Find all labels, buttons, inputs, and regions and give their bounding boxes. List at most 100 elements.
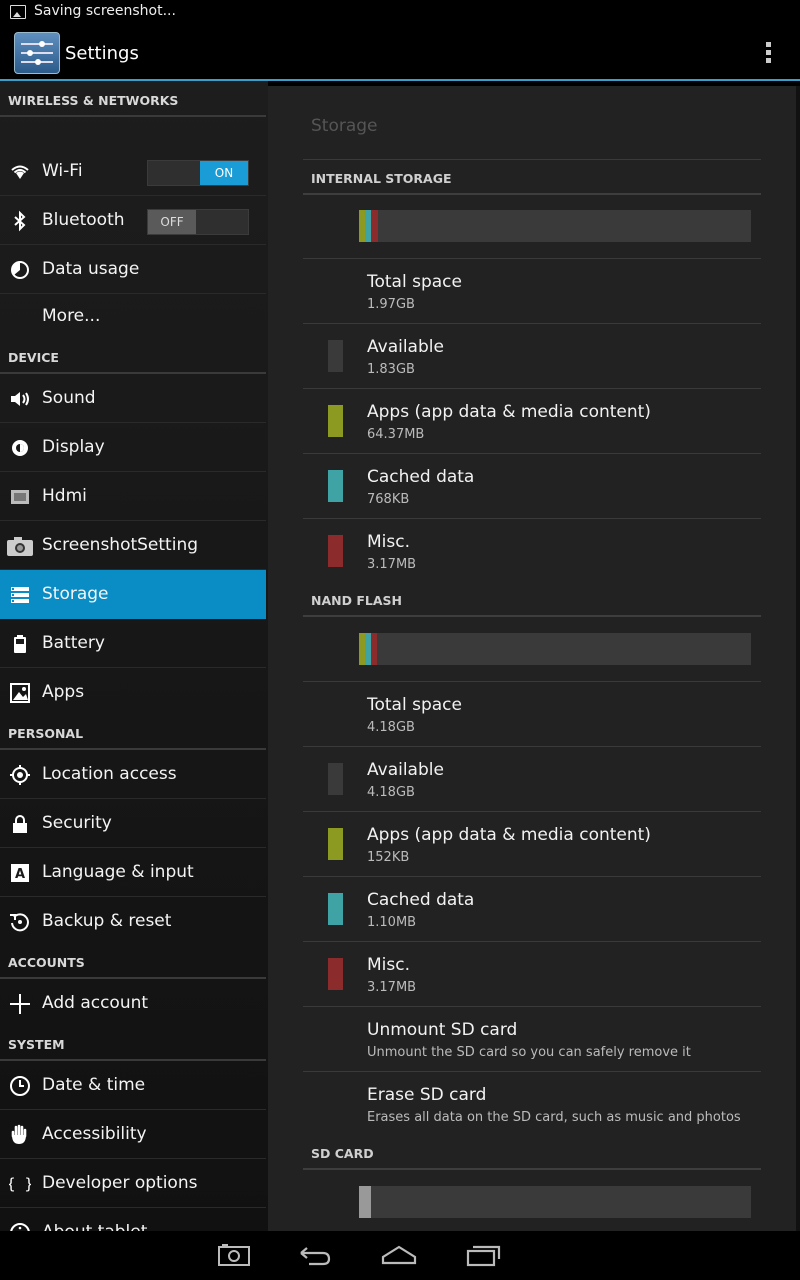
- navigation-bar: [0, 1231, 800, 1280]
- speaker-icon: [11, 392, 29, 406]
- sidebar-item-apps[interactable]: Apps: [0, 668, 266, 716]
- misc-swatch: [328, 535, 343, 567]
- sidebar-item-bluetooth[interactable]: Bluetooth OFF: [0, 196, 266, 245]
- camera-icon: [7, 537, 33, 556]
- internal-total-space-row: Total space 1.97GB: [303, 259, 761, 324]
- sidebar-item-date-time[interactable]: Date & time: [0, 1061, 266, 1110]
- sidebar-item-label: Location access: [42, 764, 177, 784]
- info-icon: [10, 1223, 30, 1231]
- nand-flash-header: NAND FLASH: [303, 581, 761, 617]
- sidebar-item-label: About tablet: [42, 1222, 147, 1231]
- sidebar-item-battery[interactable]: Battery: [0, 619, 266, 668]
- internal-misc-row[interactable]: Misc. 3.17MB: [303, 519, 761, 583]
- sidebar-item-hdmi[interactable]: Hdmi: [0, 472, 266, 521]
- sidebar-item-label: Sound: [42, 388, 96, 408]
- backup-restore-icon: [10, 913, 29, 932]
- sidebar-item-accessibility[interactable]: Accessibility: [0, 1110, 266, 1159]
- sidebar-item-data-usage[interactable]: Data usage: [0, 245, 266, 294]
- recents-icon[interactable]: [464, 1239, 504, 1271]
- cached-swatch: [328, 893, 343, 925]
- sidebar-item-about[interactable]: About tablet: [0, 1208, 266, 1231]
- nand-apps-row[interactable]: Apps (app data & media content) 152KB: [303, 812, 761, 877]
- sd-card-header: SD CARD: [303, 1134, 761, 1170]
- sidebar-item-label: Accessibility: [42, 1124, 147, 1144]
- clock-icon: [10, 1076, 30, 1096]
- sidebar-item-backup[interactable]: Backup & reset: [0, 897, 266, 945]
- sidebar-item-label: Storage: [42, 584, 109, 604]
- scrollbar[interactable]: [796, 86, 800, 1231]
- sidebar-item-language[interactable]: A Language & input: [0, 848, 266, 897]
- page-title: Storage: [311, 116, 378, 136]
- sidebar-item-label: Wi-Fi: [42, 161, 83, 181]
- sidebar-item-label: Apps: [42, 682, 85, 702]
- available-swatch: [328, 763, 343, 795]
- sidebar-item-label: ScreenshotSetting: [42, 535, 199, 555]
- sidebar-item-storage[interactable]: Storage: [0, 570, 266, 619]
- image-icon: [10, 5, 26, 19]
- settings-sidebar: WIRELESS & NETWORKS Wi-Fi ON Bluetooth O…: [0, 81, 268, 1231]
- sidebar-item-label: Bluetooth: [42, 210, 125, 230]
- internal-cached-row[interactable]: Cached data 768KB: [303, 454, 761, 519]
- apps-swatch: [328, 828, 343, 860]
- misc-swatch: [328, 958, 343, 990]
- hand-icon: [11, 1124, 27, 1144]
- lock-icon: [13, 815, 27, 833]
- sidebar-item-developer[interactable]: { } Developer options: [0, 1159, 266, 1208]
- cached-swatch: [328, 470, 343, 502]
- nand-cached-row[interactable]: Cached data 1.10MB: [303, 877, 761, 942]
- sidebar-item-label: Display: [42, 437, 105, 457]
- header-personal: PERSONAL: [0, 716, 266, 750]
- sidebar-item-add-account[interactable]: Add account: [0, 979, 266, 1027]
- sidebar-item-location[interactable]: Location access: [0, 750, 266, 799]
- brightness-icon: [12, 440, 28, 456]
- back-icon[interactable]: [295, 1239, 335, 1271]
- sidebar-item-screenshot[interactable]: ScreenshotSetting: [0, 521, 266, 570]
- nand-available-row: Available 4.18GB: [303, 747, 761, 812]
- internal-apps-row[interactable]: Apps (app data & media content) 64.37MB: [303, 389, 761, 454]
- overflow-menu-icon[interactable]: [760, 42, 776, 64]
- sidebar-item-label: Hdmi: [42, 486, 87, 506]
- svg-text:A: A: [15, 867, 25, 882]
- bluetooth-icon: [14, 210, 26, 232]
- sidebar-item-display[interactable]: Display: [0, 423, 266, 472]
- storage-panel: Storage INTERNAL STORAGE Total space 1.9…: [268, 86, 796, 1231]
- sidebar-item-label: Developer options: [42, 1173, 198, 1193]
- home-icon[interactable]: [379, 1239, 419, 1271]
- erase-sd-card-row[interactable]: Erase SD card Erases all data on the SD …: [303, 1072, 761, 1136]
- wifi-toggle[interactable]: ON: [147, 160, 249, 186]
- header-accounts: ACCOUNTS: [0, 945, 266, 979]
- wifi-icon: [11, 165, 29, 179]
- sidebar-item-label: Date & time: [42, 1075, 146, 1095]
- sidebar-item-more[interactable]: More...: [0, 294, 266, 337]
- sidebar-item-security[interactable]: Security: [0, 799, 266, 848]
- plus-icon: [10, 994, 30, 1014]
- unmount-sd-card-row[interactable]: Unmount SD card Unmount the SD card so y…: [303, 1007, 761, 1072]
- app-title: Settings: [65, 43, 139, 64]
- apps-icon: [10, 683, 30, 703]
- action-bar: Settings: [0, 25, 800, 79]
- bluetooth-toggle[interactable]: OFF: [147, 209, 249, 235]
- keyboard-a-icon: A: [11, 864, 29, 882]
- sidebar-item-label: Data usage: [42, 259, 140, 279]
- status-bar: Saving screenshot...: [0, 0, 800, 25]
- sidebar-item-label: Battery: [42, 633, 105, 653]
- sidebar-item-wifi[interactable]: Wi-Fi ON: [0, 147, 266, 196]
- data-usage-icon: [11, 261, 29, 279]
- sidebar-item-label: More...: [42, 306, 101, 326]
- apps-swatch: [328, 405, 343, 437]
- nand-usage-bar: [359, 633, 751, 665]
- available-swatch: [328, 340, 343, 372]
- sidebar-item-label: Language & input: [42, 862, 194, 882]
- camera-icon[interactable]: [214, 1239, 254, 1271]
- svg-text:{ }: { }: [9, 1175, 31, 1193]
- header-wireless: WIRELESS & NETWORKS: [0, 81, 266, 117]
- sd-card-usage-bar: [359, 1186, 751, 1218]
- sidebar-item-label: Backup & reset: [42, 911, 172, 931]
- hdmi-icon: [11, 490, 29, 504]
- status-notification: Saving screenshot...: [34, 3, 176, 19]
- battery-icon: [14, 635, 26, 653]
- storage-icon: [11, 587, 29, 603]
- header-system: SYSTEM: [0, 1027, 266, 1061]
- nand-misc-row[interactable]: Misc. 3.17MB: [303, 942, 761, 1007]
- sidebar-item-sound[interactable]: Sound: [0, 374, 266, 423]
